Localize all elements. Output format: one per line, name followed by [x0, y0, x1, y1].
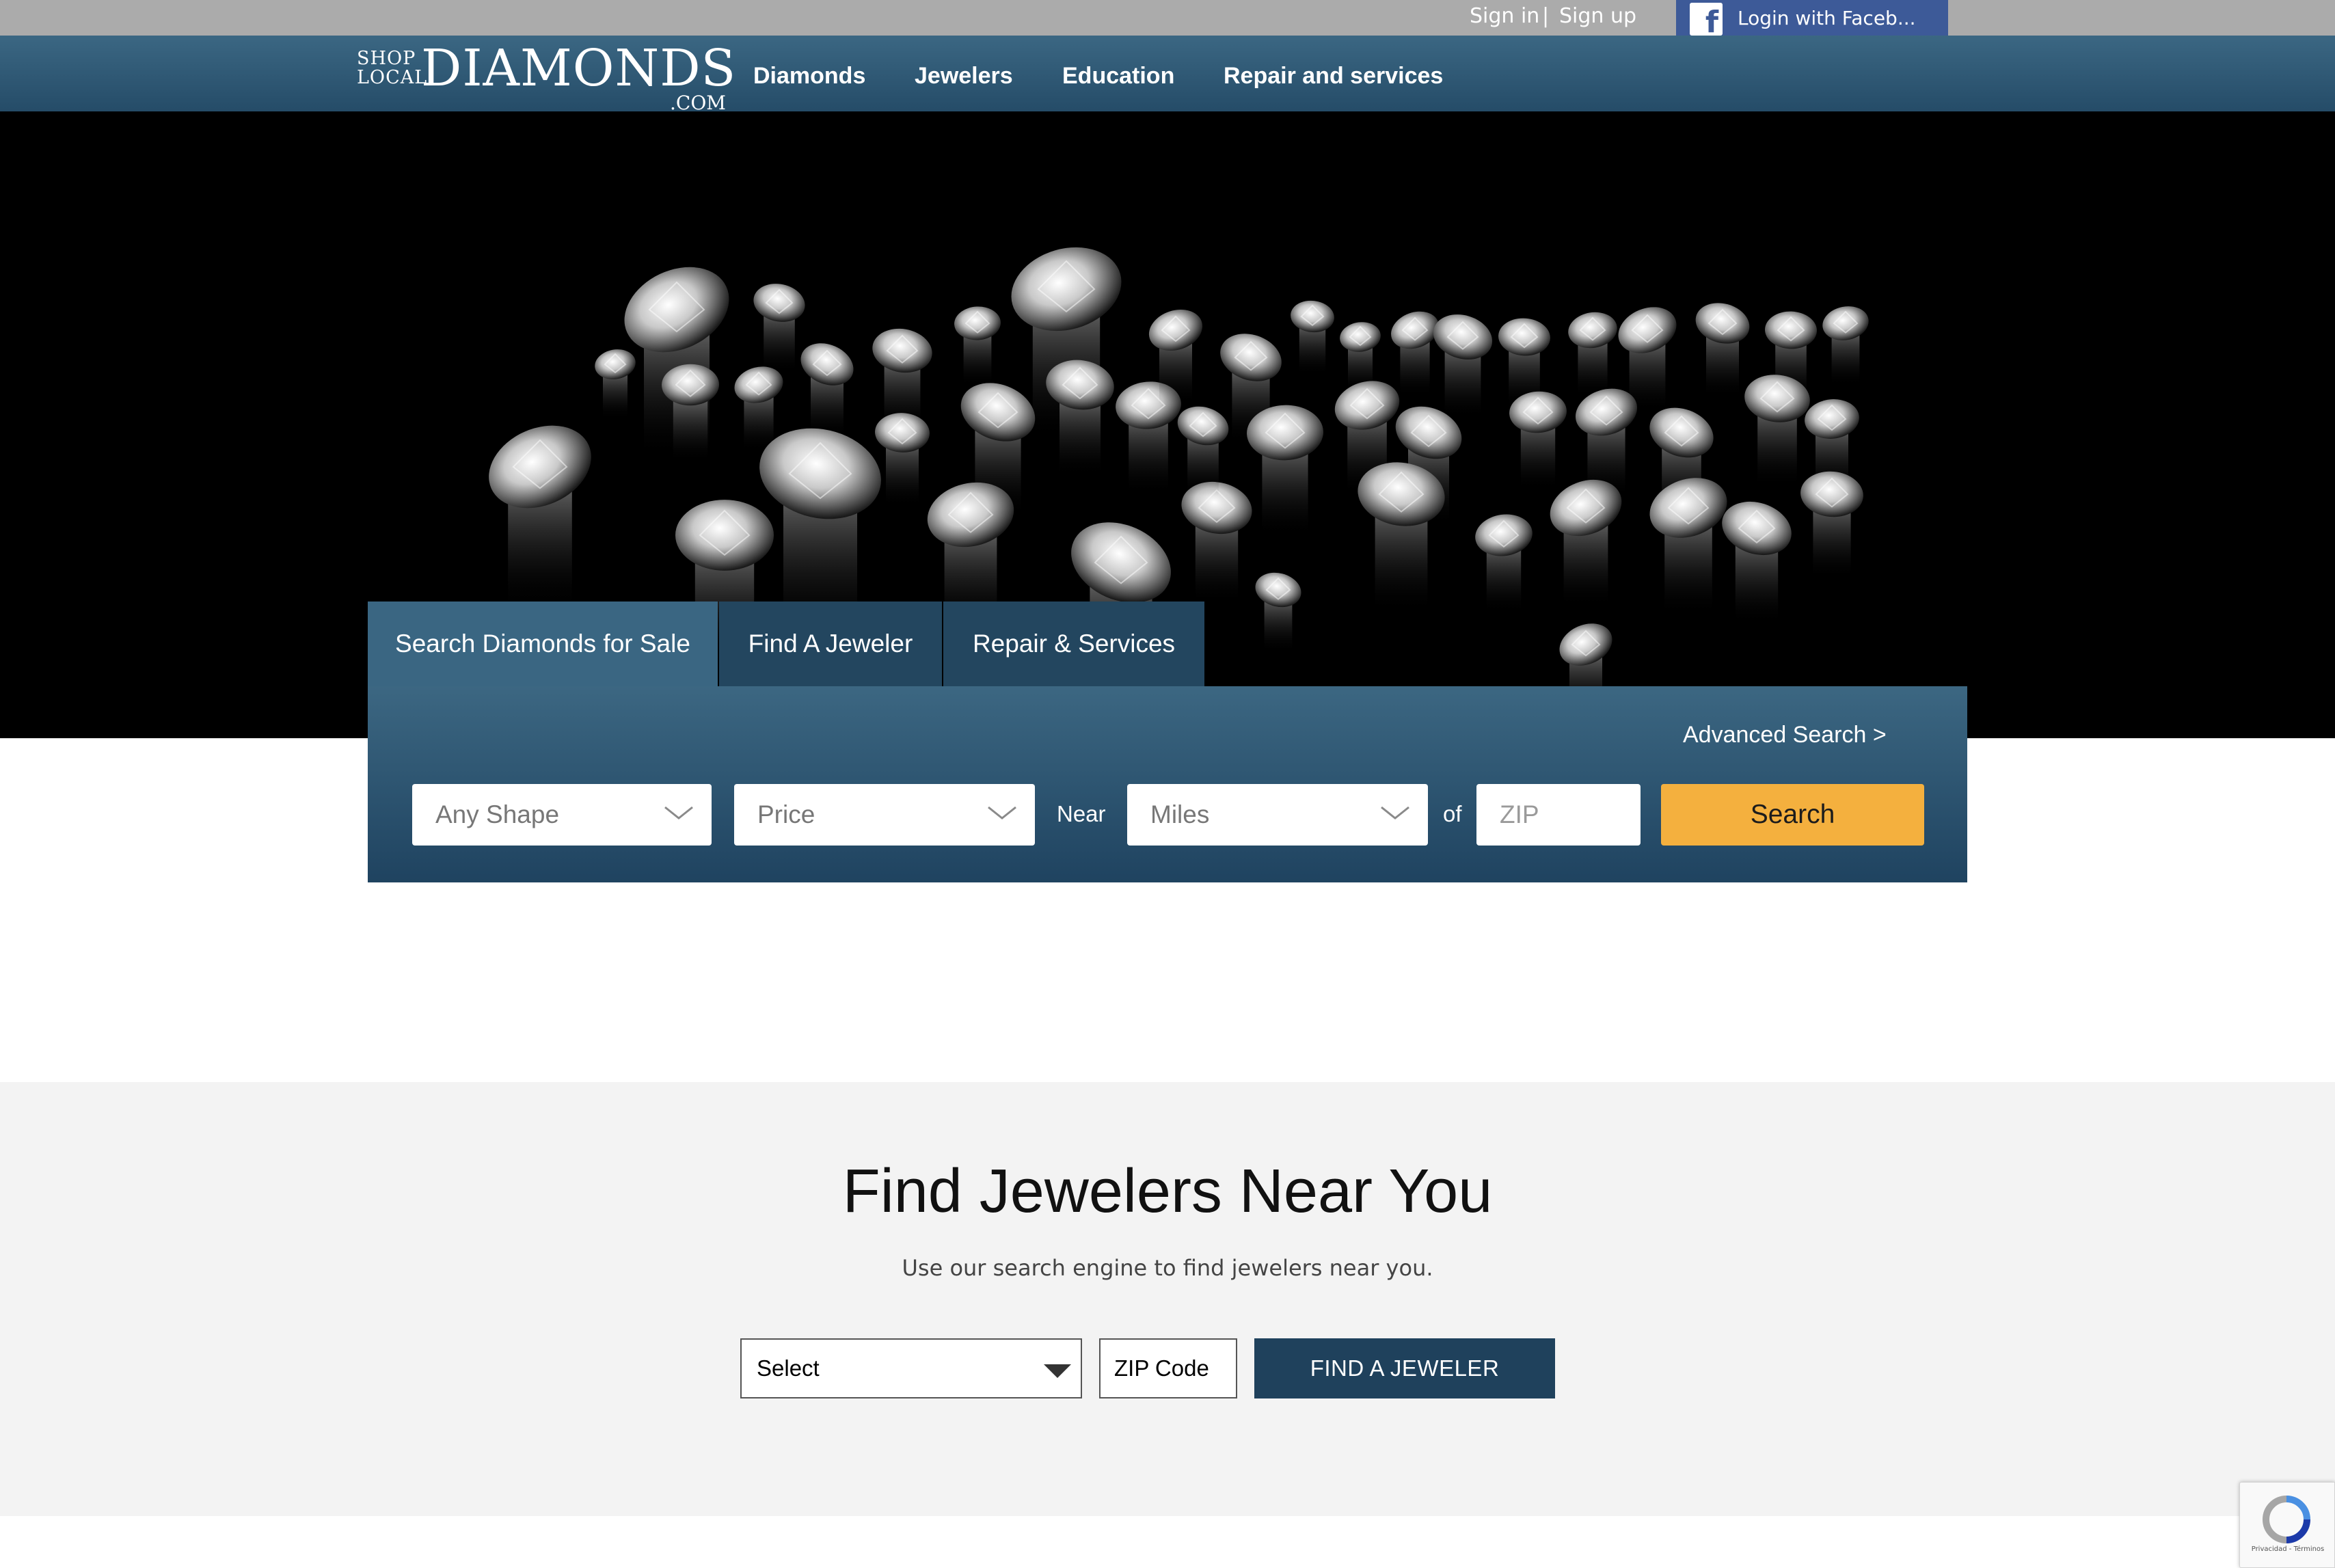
facebook-icon — [1690, 3, 1723, 40]
nav-diamonds[interactable]: Diamonds — [753, 63, 865, 90]
chevron-down-icon — [1381, 806, 1409, 820]
recaptcha-icon — [2263, 1496, 2310, 1543]
sign-up-link[interactable]: Sign up — [1559, 4, 1636, 28]
top-utility-bar — [0, 0, 2335, 36]
nav-jewelers[interactable]: Jewelers — [915, 63, 1013, 90]
logo-wordmark: DIAMONDS — [421, 39, 737, 98]
logo-shop-local: SHOP LOCAL — [357, 48, 428, 88]
main-navigation: SHOP LOCAL DIAMONDS .COM Diamonds Jewele… — [0, 36, 2335, 114]
price-select[interactable]: Price — [734, 784, 1035, 846]
search-button[interactable]: Search — [1661, 784, 1924, 846]
advanced-search-link[interactable]: Advanced Search > — [1683, 722, 1887, 748]
recaptcha-links: Privacidad - Términos — [2251, 1545, 2325, 1553]
price-select-value: Price — [757, 800, 815, 828]
zip-code-input[interactable]: ZIP Code — [1099, 1338, 1237, 1398]
shape-select-value: Any Shape — [435, 800, 560, 828]
find-jewelers-subtitle: Use our search engine to find jewelers n… — [902, 1255, 1433, 1281]
site-logo[interactable]: SHOP LOCAL DIAMONDS .COM — [357, 41, 735, 114]
facebook-login-label: Login with Faceb... — [1738, 6, 1916, 29]
nav-education[interactable]: Education — [1062, 63, 1174, 90]
jeweler-type-select[interactable]: Select — [740, 1338, 1082, 1398]
of-label: of — [1443, 801, 1462, 826]
facebook-login-button[interactable]: Login with Faceb... — [1676, 0, 1948, 40]
shape-select[interactable]: Any Shape — [412, 784, 712, 846]
sign-in-link[interactable]: Sign in — [1470, 4, 1539, 28]
miles-select-value: Miles — [1150, 800, 1210, 828]
miles-select[interactable]: Miles — [1127, 784, 1428, 846]
tab-find-jeweler[interactable]: Find A Jeweler — [719, 601, 942, 686]
jeweler-type-value: Select — [757, 1355, 820, 1381]
zip-input[interactable]: ZIP — [1476, 784, 1641, 846]
caret-down-icon — [1044, 1364, 1071, 1378]
nav-repair-and-services[interactable]: Repair and services — [1224, 63, 1443, 90]
chevron-down-icon — [664, 806, 693, 820]
find-jeweler-button[interactable]: FIND A JEWELER — [1254, 1338, 1555, 1398]
find-jewelers-title: Find Jewelers Near You — [842, 1157, 1493, 1226]
recaptcha-badge[interactable]: Privacidad - Términos — [2239, 1482, 2335, 1568]
auth-separator: | — [1542, 4, 1550, 28]
tab-repair-services[interactable]: Repair & Services — [943, 601, 1204, 686]
tab-search-diamonds[interactable]: Search Diamonds for Sale — [368, 601, 718, 686]
find-jewelers-section — [0, 1082, 2335, 1516]
chevron-down-icon — [988, 806, 1016, 820]
near-label: Near — [1057, 801, 1106, 826]
